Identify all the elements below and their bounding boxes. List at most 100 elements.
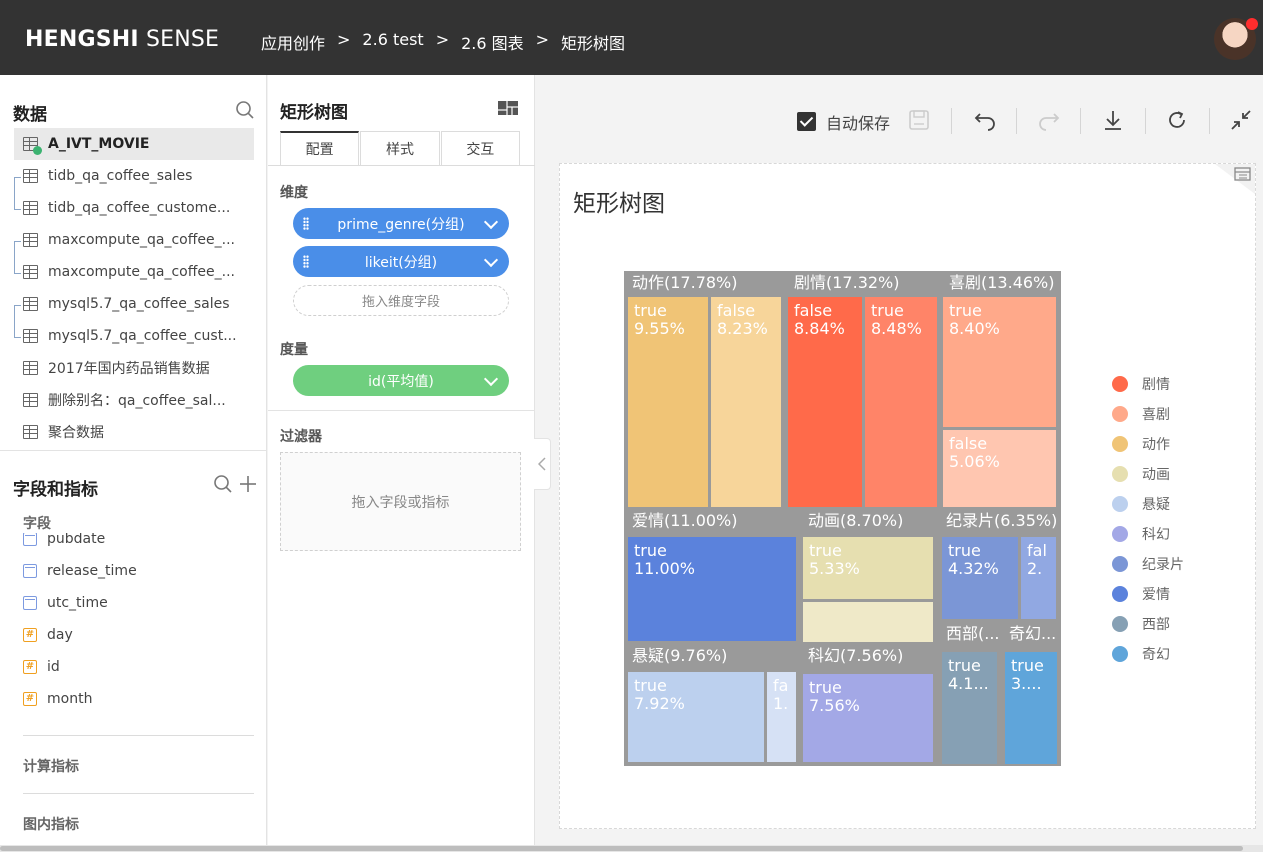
legend-item[interactable]: 喜剧 [1112,404,1170,424]
treemap-group-label: 动作(17.78%) [632,273,738,292]
treemap-cell[interactable]: true 8.48% [865,297,937,507]
date-field-icon [23,533,37,546]
legend-item[interactable]: 西部 [1112,614,1170,634]
treemap-cell[interactable] [803,602,933,642]
dataset-item[interactable]: mysql5.7_qa_coffee_sales [14,288,254,320]
treemap-cell-name: true [634,301,667,320]
treemap-cell[interactable]: true 11.00% [628,537,796,641]
treemap-cell[interactable]: true 4.1... [942,652,997,764]
treemap-group[interactable]: 动作(17.78%) true 9.55% false 8.23% [624,271,786,509]
drag-handle-icon[interactable] [303,255,309,268]
dataset-item[interactable]: 聚合数据 [14,416,254,448]
treemap-group[interactable]: 动画(8.70%) true 5.33% [800,509,938,644]
treemap-group[interactable]: 爱情(11.00%) true 11.00% [624,509,800,644]
table-icon [23,361,38,375]
search-icon[interactable] [212,473,234,495]
redo-icon[interactable] [1037,108,1061,132]
legend-item[interactable]: 爱情 [1112,584,1170,604]
dimension-pill[interactable]: prime_genre(分组) [293,208,509,239]
measure-pill[interactable]: id(平均值) [293,365,509,396]
treemap-group[interactable]: 奇幻... true 3.... [1001,622,1061,766]
legend-item[interactable]: 动画 [1112,464,1170,484]
treemap-group[interactable]: 西部(... true 4.1... [938,622,1001,766]
dataset-item[interactable]: maxcompute_qa_coffee_... [14,256,254,288]
treemap-cell[interactable]: true 4.32% [942,537,1018,619]
chart-type-title: 矩形树图 [280,103,348,123]
treemap-cell[interactable]: fa 1. [767,672,796,762]
breadcrumb-item[interactable]: 应用创作 [261,30,325,54]
search-icon[interactable] [234,99,256,121]
scrollbar-thumb[interactable] [0,846,1243,851]
legend-item[interactable]: 奇幻 [1112,644,1170,664]
breadcrumb-item[interactable]: 2.6 图表 [461,30,524,54]
treemap-cell[interactable]: true 7.92% [628,672,764,762]
drag-handle-icon[interactable] [303,217,309,230]
treemap-cell-name: true [809,678,842,697]
chevron-down-icon[interactable] [483,371,499,387]
tab-interaction[interactable]: 交互 [440,131,520,166]
field-item[interactable]: # id [23,655,60,679]
chevron-down-icon[interactable] [483,252,499,268]
dataset-item[interactable]: mysql5.7_qa_coffee_cust... [14,320,254,352]
treemap-cell[interactable]: true 5.33% [803,537,933,599]
card-settings-icon[interactable] [1215,164,1255,194]
field-item[interactable]: utc_time [23,591,108,615]
legend-item[interactable]: 科幻 [1112,524,1170,544]
field-item[interactable]: # day [23,623,73,647]
breadcrumb: 应用创作 > 2.6 test > 2.6 图表 > 矩形树图 [261,30,625,54]
add-icon[interactable] [237,473,259,495]
save-icon[interactable] [907,108,931,132]
treemap-group[interactable]: 喜剧(13.46%) true 8.40% false 5.06% [941,271,1061,509]
calc-metrics-label[interactable]: 计算指标 [23,756,79,776]
legend-label: 动画 [1142,467,1170,483]
dataset-item[interactable]: A_IVT_MOVIE [14,128,254,160]
tab-style[interactable]: 样式 [360,131,440,166]
legend-item[interactable]: 剧情 [1112,374,1170,394]
field-item[interactable]: pubdate [23,533,105,551]
treemap-cell-value: 8.23% [717,319,768,338]
collapse-panel-button[interactable] [534,438,551,490]
treemap-cell[interactable]: true 9.55% [628,297,708,507]
refresh-icon[interactable] [1165,108,1189,132]
treemap-group[interactable]: 剧情(17.32%) false 8.84% true 8.48% [786,271,941,509]
treemap-group[interactable]: 纪录片(6.35%) true 4.32% fal 2. [938,509,1061,622]
filter-drop-zone[interactable]: 拖入字段或指标 [280,452,521,551]
dimension-pill-label: likeit(分组) [364,254,438,271]
tab-config[interactable]: 配置 [280,131,360,166]
dimension-drop-zone[interactable]: 拖入维度字段 [293,285,509,316]
download-icon[interactable] [1101,108,1125,132]
panel-divider [0,450,267,451]
treemap-icon[interactable] [497,97,519,119]
legend-label: 西部 [1142,617,1170,633]
treemap-cell-name: fa [773,676,789,695]
legend-item[interactable]: 动作 [1112,434,1170,454]
field-item[interactable]: release_time [23,559,137,583]
treemap-cell[interactable]: true 8.40% [943,297,1056,427]
treemap-cell[interactable]: false 5.06% [943,430,1056,507]
dataset-item[interactable]: tidb_qa_coffee_custome... [14,192,254,224]
dataset-item[interactable]: 2017年国内药品销售数据 [14,352,254,384]
treemap-group[interactable]: 科幻(7.56%) true 7.56% [800,644,938,766]
legend-item[interactable]: 纪录片 [1112,554,1184,574]
field-item[interactable]: # month [23,687,92,711]
field-label: day [47,627,73,643]
dataset-item[interactable]: tidb_qa_coffee_sales [14,160,254,192]
treemap-cell[interactable]: fal 2. [1021,537,1056,619]
chevron-down-icon[interactable] [483,214,499,230]
collapse-icon[interactable] [1229,108,1253,132]
treemap-group[interactable]: 悬疑(9.76%) true 7.92% fa 1. [624,644,800,766]
dataset-label: tidb_qa_coffee_custome... [48,200,231,216]
undo-icon[interactable] [973,108,997,132]
brand-logo[interactable]: HENGSHI SENSE [25,27,219,52]
breadcrumb-item[interactable]: 2.6 test [362,30,423,54]
dimension-pill[interactable]: likeit(分组) [293,246,509,277]
chart-metrics-label[interactable]: 图内指标 [23,814,79,834]
treemap-cell[interactable]: true 7.56% [803,674,933,762]
treemap-cell[interactable]: true 3.... [1005,652,1057,764]
treemap-cell[interactable]: false 8.84% [788,297,862,507]
legend-item[interactable]: 悬疑 [1112,494,1170,514]
dataset-item[interactable]: maxcompute_qa_coffee_... [14,224,254,256]
treemap-cell[interactable]: false 8.23% [711,297,781,507]
dataset-item[interactable]: 删除别名：qa_coffee_sal... [14,384,254,416]
chart-card[interactable]: 矩形树图 动作(17.78%) true 9.55% false 8.23% 剧情(17.… [559,163,1256,829]
